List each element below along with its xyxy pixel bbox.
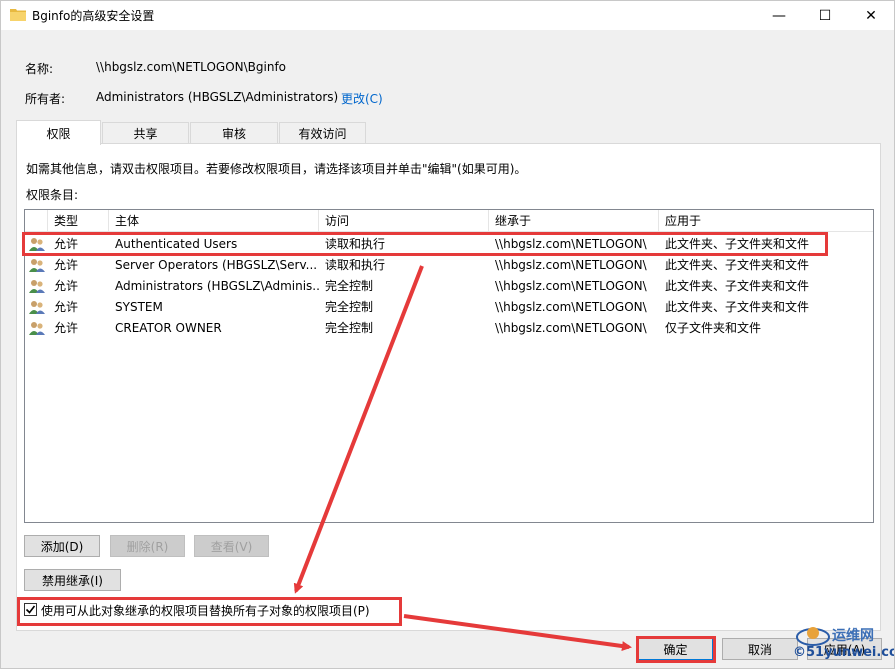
users-icon [29,301,45,314]
watermark-line2: ©51yunwei.com [793,645,894,660]
tab-share[interactable]: 共享 [102,122,189,144]
column-access[interactable]: 访问 [319,210,489,232]
cell-applies-to: 仅子文件夹和文件 [665,321,762,335]
cell-principal: CREATOR OWNER [115,321,222,335]
column-inherited-from[interactable]: 继承于 [489,210,659,232]
column-type[interactable]: 类型 [48,210,109,232]
cell-inherited-from: \\hbgslz.com\NETLOGON\ [495,300,647,314]
cell-applies-to: 此文件夹、子文件夹和文件 [665,258,810,272]
minimize-button[interactable]: — [756,1,802,30]
cell-principal: Administrators (HBGSLZ\Adminis... [115,279,319,293]
watermark-line1: 运维网 [832,628,874,644]
list-header: 类型 主体 访问 继承于 应用于 [25,210,873,232]
close-button[interactable]: ✕ [848,1,894,30]
tab-label: 权限 [46,126,71,141]
tab-auditing[interactable]: 审核 [190,122,278,144]
tab-label: 有效访问 [298,127,347,141]
annotation-box-ok [636,636,716,663]
add-button[interactable]: 添加(D) [24,535,100,557]
annotation-box-authenticated-users [22,232,828,256]
tab-permissions[interactable]: 权限 [16,120,101,145]
table-row[interactable]: 允许 Server Operators (HBGSLZ\Serv... 读取和执… [25,255,873,276]
close-icon: ✕ [865,7,877,24]
cell-access: 完全控制 [325,321,374,335]
column-principal[interactable]: 主体 [109,210,319,232]
permission-entries-list[interactable]: 类型 主体 访问 继承于 应用于 允许 Authenticated Users … [24,209,874,523]
users-icon [29,322,45,335]
watermark: 运维网 ©51yunwei.com [791,623,894,667]
maximize-button[interactable]: ☐ [802,1,848,30]
panel-hint: 如需其他信息，请双击权限项目。若要修改权限项目，请选择该项目并单击"编辑"(如果… [26,162,527,176]
table-row[interactable]: 允许 CREATOR OWNER 完全控制 \\hbgslz.com\NETLO… [25,318,873,339]
name-value: \\hbgslz.com\NETLOGON\Bginfo [96,60,287,74]
users-icon [29,259,45,272]
advanced-security-settings-window: Bginfo的高级安全设置 — ☐ ✕ 名称: \\hbgslz.com\NET… [0,0,895,669]
cell-access: 读取和执行 [325,258,386,272]
disable-inheritance-button[interactable]: 禁用继承(I) [24,569,121,591]
window-title: Bginfo的高级安全设置 [32,9,155,23]
cell-type: 允许 [54,321,79,335]
cell-type: 允许 [54,300,79,314]
view-button[interactable]: 查看(V) [194,535,269,557]
cell-applies-to: 此文件夹、子文件夹和文件 [665,279,810,293]
permissions-panel: 如需其他信息，请双击权限项目。若要修改权限项目，请选择该项目并单击"编辑"(如果… [16,143,881,631]
owner-value: Administrators (HBGSLZ\Administrators) [96,90,339,104]
minimize-icon: — [772,7,786,24]
tab-effective-access[interactable]: 有效访问 [279,122,366,144]
cell-principal: Server Operators (HBGSLZ\Serv... [115,258,318,272]
cell-inherited-from: \\hbgslz.com\NETLOGON\ [495,321,647,335]
users-icon [29,280,45,293]
cell-inherited-from: \\hbgslz.com\NETLOGON\ [495,279,647,293]
watermark-logo-icon [796,627,830,646]
cell-access: 完全控制 [325,300,374,314]
owner-change-link[interactable]: 更改(C) [341,90,383,107]
annotation-box-replace-checkbox [17,597,402,626]
entries-label: 权限条目: [26,188,79,202]
cancel-button[interactable]: 取消 [722,638,798,660]
cell-type: 允许 [54,258,79,272]
cell-access: 完全控制 [325,279,374,293]
cell-type: 允许 [54,279,79,293]
table-row[interactable]: 允许 Administrators (HBGSLZ\Adminis... 完全控… [25,276,873,297]
column-icon [25,210,48,232]
name-label: 名称: [25,62,54,76]
remove-button[interactable]: 删除(R) [110,535,185,557]
cell-inherited-from: \\hbgslz.com\NETLOGON\ [495,258,647,272]
cell-principal: SYSTEM [115,300,163,314]
owner-label: 所有者: [25,92,66,106]
maximize-icon: ☐ [818,7,832,24]
tab-label: 共享 [133,127,158,141]
folder-icon [10,9,26,21]
column-applies-to[interactable]: 应用于 [659,210,873,232]
title-bar[interactable]: Bginfo的高级安全设置 — ☐ ✕ [1,1,894,30]
table-row[interactable]: 允许 SYSTEM 完全控制 \\hbgslz.com\NETLOGON\ 此文… [25,297,873,318]
tab-label: 审核 [221,127,246,141]
cell-applies-to: 此文件夹、子文件夹和文件 [665,300,810,314]
